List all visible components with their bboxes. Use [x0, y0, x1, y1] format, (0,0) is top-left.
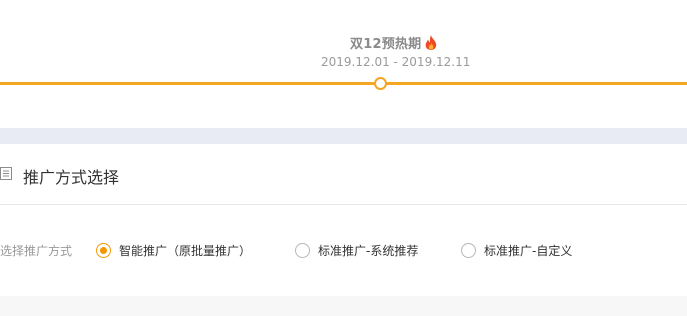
radio-label: 智能推广（原批量推广） — [119, 243, 252, 258]
section-divider — [0, 128, 687, 144]
section-header: 推广方式选择 — [0, 144, 687, 205]
phase-heading: 双12预热期 — [350, 33, 437, 52]
radio-button[interactable] — [295, 242, 310, 258]
radio-label: 标准推广-自定义 — [484, 243, 573, 258]
radio-button[interactable] — [461, 242, 476, 258]
radio-standard-system-recommend[interactable]: 标准推广-系统推荐 — [295, 240, 418, 260]
radio-button-checked[interactable] — [96, 242, 111, 258]
phase-title: 双12预热期 — [350, 36, 422, 52]
promotion-timeline: 双12预热期 2019.12.01 - 2019.12.11 — [0, 0, 687, 128]
field-label: 选择推广方式 — [0, 244, 73, 258]
list-icon — [0, 167, 12, 180]
radio-standard-custom[interactable]: 标准推广-自定义 — [461, 240, 572, 260]
radio-label: 标准推广-系统推荐 — [318, 243, 419, 258]
phase-dates: 2019.12.01 - 2019.12.11 — [321, 55, 471, 69]
promotion-method-section: 推广方式选择 选择推广方式 智能推广（原批量推广） 标准推广-系统推荐 标准推广… — [0, 144, 687, 296]
radio-smart-promotion[interactable]: 智能推广（原批量推广） — [96, 240, 251, 260]
section-title: 推广方式选择 — [23, 168, 120, 187]
next-section-edge — [0, 296, 687, 316]
promotion-method-field: 选择推广方式 智能推广（原批量推广） 标准推广-系统推荐 标准推广-自定义 — [0, 240, 687, 260]
timeline-marker[interactable] — [374, 77, 387, 90]
timeline-bar — [0, 82, 687, 85]
fire-icon — [425, 34, 437, 50]
